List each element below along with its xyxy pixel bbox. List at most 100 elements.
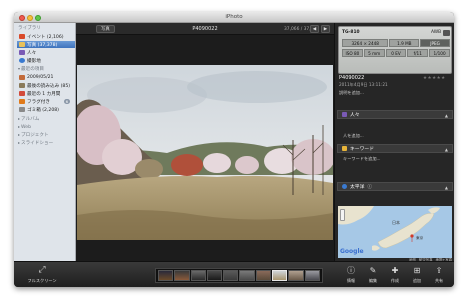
share-label: 共有 [435,278,443,283]
sidebar-item-last-month[interactable]: 最近の 1 カ月間 [17,90,75,97]
create-label: 作成 [391,278,399,283]
filmstrip-thumbnail[interactable] [288,270,304,281]
sidebar-item-label: 写真 (37,378) [27,42,58,48]
collapse-icon: ▲ [444,147,448,152]
focal-length: 5 mm [363,49,385,57]
edit-icon: ✎ [369,266,377,275]
collapse-icon: ▲ [444,113,448,118]
iso: ISO 80 [342,49,363,57]
sidebar-group-web[interactable]: ▸Web [18,124,31,130]
add-label: 追加 [413,278,421,283]
fullscreen-icon: ⤢ [38,265,46,275]
description-field[interactable]: 説明を追加... [339,90,364,96]
sidebar-item-faces[interactable]: 人々 [17,49,75,56]
disclosure-triangle-icon: ▾ [18,66,21,71]
library-header: ライブラリ [18,26,41,31]
filmstrip-thumbnail[interactable] [223,270,239,281]
places-icon [19,58,25,63]
sidebar-item-event-date[interactable]: 2009/05/21 [17,74,75,81]
filmstrip-thumbnail[interactable] [239,270,255,281]
faces-section-header[interactable]: 人々 ▲ [337,110,453,119]
file-format: JPEG [420,39,450,47]
filmstrip-thumbnail[interactable] [304,270,320,281]
keywords-section-header[interactable]: キーワード ▲ [337,144,453,153]
file-size: 1.9 MB [389,39,420,47]
keyword-icon [342,146,347,151]
disclosure-triangle-icon: ▸ [18,124,21,129]
photo-date: 2011年4月9日 13:11:21 [339,82,388,87]
add-icon: ⊞ [413,266,421,275]
add-keyword-field[interactable]: キーワードを追加... [343,156,381,162]
sidebar: ライブラリ イベント (2,106) 写真 (37,378) 人々 撮影地 ▾最… [14,23,76,261]
edit-button[interactable]: ✎ 編集 [363,265,383,286]
filmstrip-thumbnail[interactable] [158,270,174,281]
flash-icon [443,29,450,36]
faces-icon [19,50,25,55]
main-photo[interactable] [77,65,333,240]
sidebar-item-last-import[interactable]: 最後の読み込み (85) [17,82,75,89]
info-photo-title[interactable]: P4090022 [339,75,364,81]
map-label-tokyo: 東京 [416,236,424,240]
sidebar-item-label: 最近の 1 カ月間 [27,91,61,97]
previous-photo-button[interactable]: ◀ [310,25,319,33]
camera-model: TG-810 [342,30,360,35]
count-badge: 6 [63,99,70,104]
white-balance: AWB [431,30,442,35]
info-label: 情報 [347,278,355,283]
photos-icon [19,42,25,47]
arrow-left-icon: ◀ [312,26,317,32]
title-bar: iPhoto [14,12,454,23]
photo-toolbar: 写真 P4090022 37,066 / 37,378 ◀ ▶ [76,23,334,35]
photo-viewer [76,35,334,261]
window-title: iPhoto [225,14,243,20]
google-logo: Google [340,248,364,255]
next-photo-button[interactable]: ▶ [321,25,330,33]
sidebar-item-events[interactable]: イベント (2,106) [17,33,75,40]
filmstrip-thumbnail[interactable] [174,270,190,281]
location-map[interactable]: 日本 東京 Google [338,206,452,258]
shutter-speed: 1/100 [429,49,450,57]
bottom-toolbar: ⤢ フルスクリーン ⓘ 情報 ✎ 編集 ✚ 作成 ⊞ 追加 ⇪ 共有 [14,261,454,287]
sidebar-item-photos[interactable]: 写真 (37,378) [17,41,75,48]
info-panel: TG-810 AWB 3264 × 2448 1.9 MB JPEG ISO 8… [334,23,454,262]
fullscreen-label: フルスクリーン [27,278,57,283]
map-label-japan: 日本 [392,220,400,225]
filmstrip-thumbnail[interactable] [206,270,223,281]
sidebar-item-label: 撮影地 [27,58,41,64]
calendar-icon [19,91,25,96]
filmstrip-thumbnail[interactable] [190,270,206,281]
sidebar-item-label: ゴミ箱 (2,208) [27,107,59,113]
add-to-button[interactable]: ⊞ 追加 [407,265,427,286]
faces-icon [342,112,347,117]
info-icon: ⓘ [347,266,355,275]
zoom-control[interactable] [340,209,345,221]
share-button[interactable]: ⇪ 共有 [429,265,449,286]
aperture: f/11 [407,49,429,57]
fullscreen-button[interactable]: ⤢ フルスクリーン [22,265,62,286]
share-icon: ⇪ [435,266,443,275]
sidebar-item-label: フラグ付き [27,99,50,105]
sidebar-group-slideshows[interactable]: ▸スライドショー [18,140,53,146]
sidebar-group-projects[interactable]: ▸プロジェクト [18,132,49,138]
sidebar-item-label: 最後の読み込み (85) [27,83,71,89]
edit-label: 編集 [369,278,377,283]
event-icon [19,75,25,80]
sidebar-item-trash[interactable]: ゴミ箱 (2,208) [17,106,75,113]
create-button[interactable]: ✚ 作成 [385,265,405,286]
arrow-right-icon: ▶ [323,26,328,32]
sidebar-item-flagged[interactable]: フラグ付き 6 [17,98,75,105]
filmstrip[interactable] [155,268,323,283]
places-section-header[interactable]: 太平洋 ⓘ ▲ [337,182,453,191]
filmstrip-thumbnail-selected[interactable] [272,270,288,281]
info-button[interactable]: ⓘ 情報 [341,265,361,286]
add-face-field[interactable]: 人を追加... [343,133,364,139]
globe-icon [342,184,347,189]
disclosure-triangle-icon: ▸ [18,132,21,137]
sidebar-group-albums[interactable]: ▸アルバム [18,116,39,122]
sidebar-item-label: 人々 [27,50,37,56]
info-circle-icon[interactable]: ⓘ [367,184,372,190]
filmstrip-thumbnail[interactable] [255,270,272,281]
sidebar-item-places[interactable]: 撮影地 [17,57,75,64]
recent-header[interactable]: ▾最近の項目 [18,66,44,72]
rating-stars[interactable]: ★★★★★ [423,76,446,81]
